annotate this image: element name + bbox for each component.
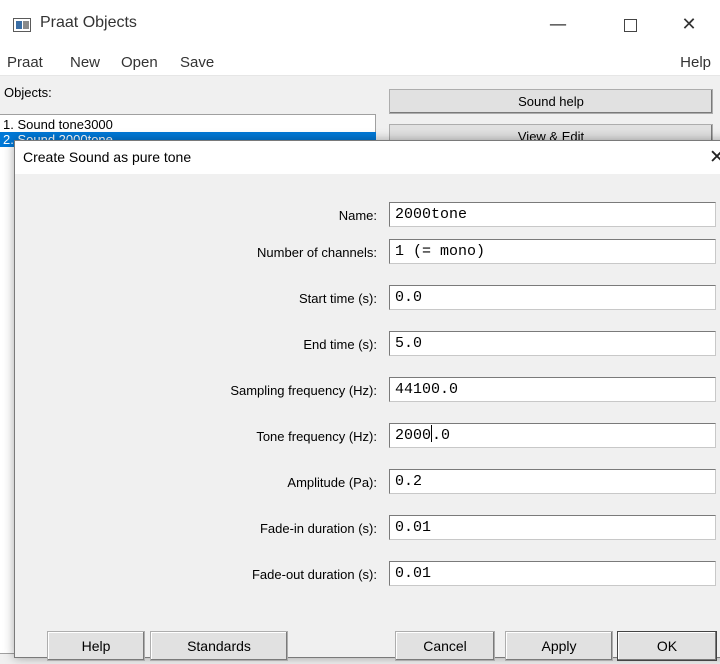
- channels-label: Number of channels:: [257, 245, 377, 260]
- menu-praat[interactable]: Praat: [7, 54, 43, 71]
- dialog-title: Create Sound as pure tone: [23, 149, 192, 165]
- help-button[interactable]: Help: [47, 631, 145, 661]
- ok-button[interactable]: OK: [617, 631, 717, 661]
- tone-frequency-value-after-caret: .0: [432, 427, 451, 444]
- menu-help[interactable]: Help: [680, 54, 711, 71]
- menu-new[interactable]: New: [70, 54, 100, 71]
- tone-frequency-value-before-caret: 2000: [395, 427, 432, 444]
- close-icon[interactable]: ✕: [666, 10, 712, 40]
- dialog-body: Name: 2000tone Number of channels: 1 (= …: [19, 174, 717, 661]
- fade-out-field[interactable]: 0.01: [389, 561, 716, 586]
- menubar: Praat New Open Save Help: [0, 50, 720, 76]
- minimize-icon[interactable]: —: [535, 10, 581, 40]
- close-icon[interactable]: ✕: [709, 146, 720, 168]
- start-time-label: Start time (s):: [298, 291, 377, 306]
- fade-in-label: Fade-in duration (s):: [259, 521, 377, 536]
- fade-in-field[interactable]: 0.01: [389, 515, 716, 540]
- maximize-icon[interactable]: [607, 10, 653, 40]
- sampling-frequency-field[interactable]: 44100.0: [389, 377, 716, 402]
- menu-open[interactable]: Open: [121, 54, 158, 71]
- end-time-field[interactable]: 5.0: [389, 331, 716, 356]
- channels-field[interactable]: 1 (= mono): [389, 239, 716, 264]
- praat-objects-icon: [13, 18, 31, 32]
- objects-label: Objects:: [4, 85, 52, 100]
- sampling-frequency-label: Sampling frequency (Hz):: [230, 383, 377, 398]
- apply-button[interactable]: Apply: [505, 631, 613, 661]
- window-title: Praat Objects: [40, 14, 137, 31]
- create-sound-dialog: Create Sound as pure tone ✕ Name: 2000to…: [14, 140, 720, 661]
- cancel-button[interactable]: Cancel: [395, 631, 495, 661]
- menu-save[interactable]: Save: [180, 54, 214, 71]
- end-time-label: End time (s):: [303, 337, 377, 352]
- standards-button[interactable]: Standards: [150, 631, 288, 661]
- amplitude-field[interactable]: 0.2: [389, 469, 716, 494]
- amplitude-label: Amplitude (Pa):: [287, 475, 377, 490]
- list-item[interactable]: 1. Sound tone3000: [0, 117, 376, 132]
- name-field[interactable]: 2000tone: [389, 202, 716, 227]
- start-time-field[interactable]: 0.0: [389, 285, 716, 310]
- window-titlebar[interactable]: Praat Objects — ✕: [0, 0, 720, 50]
- sound-help-button[interactable]: Sound help: [389, 89, 713, 114]
- fade-out-label: Fade-out duration (s):: [251, 567, 377, 582]
- tone-frequency-label: Tone frequency (Hz):: [256, 429, 377, 444]
- tone-frequency-field[interactable]: 2000.0: [389, 423, 716, 448]
- name-label: Name:: [338, 208, 377, 223]
- screen: Praat Objects — ✕ Praat New Open Save He…: [0, 0, 720, 664]
- dialog-titlebar[interactable]: Create Sound as pure tone ✕: [15, 141, 720, 174]
